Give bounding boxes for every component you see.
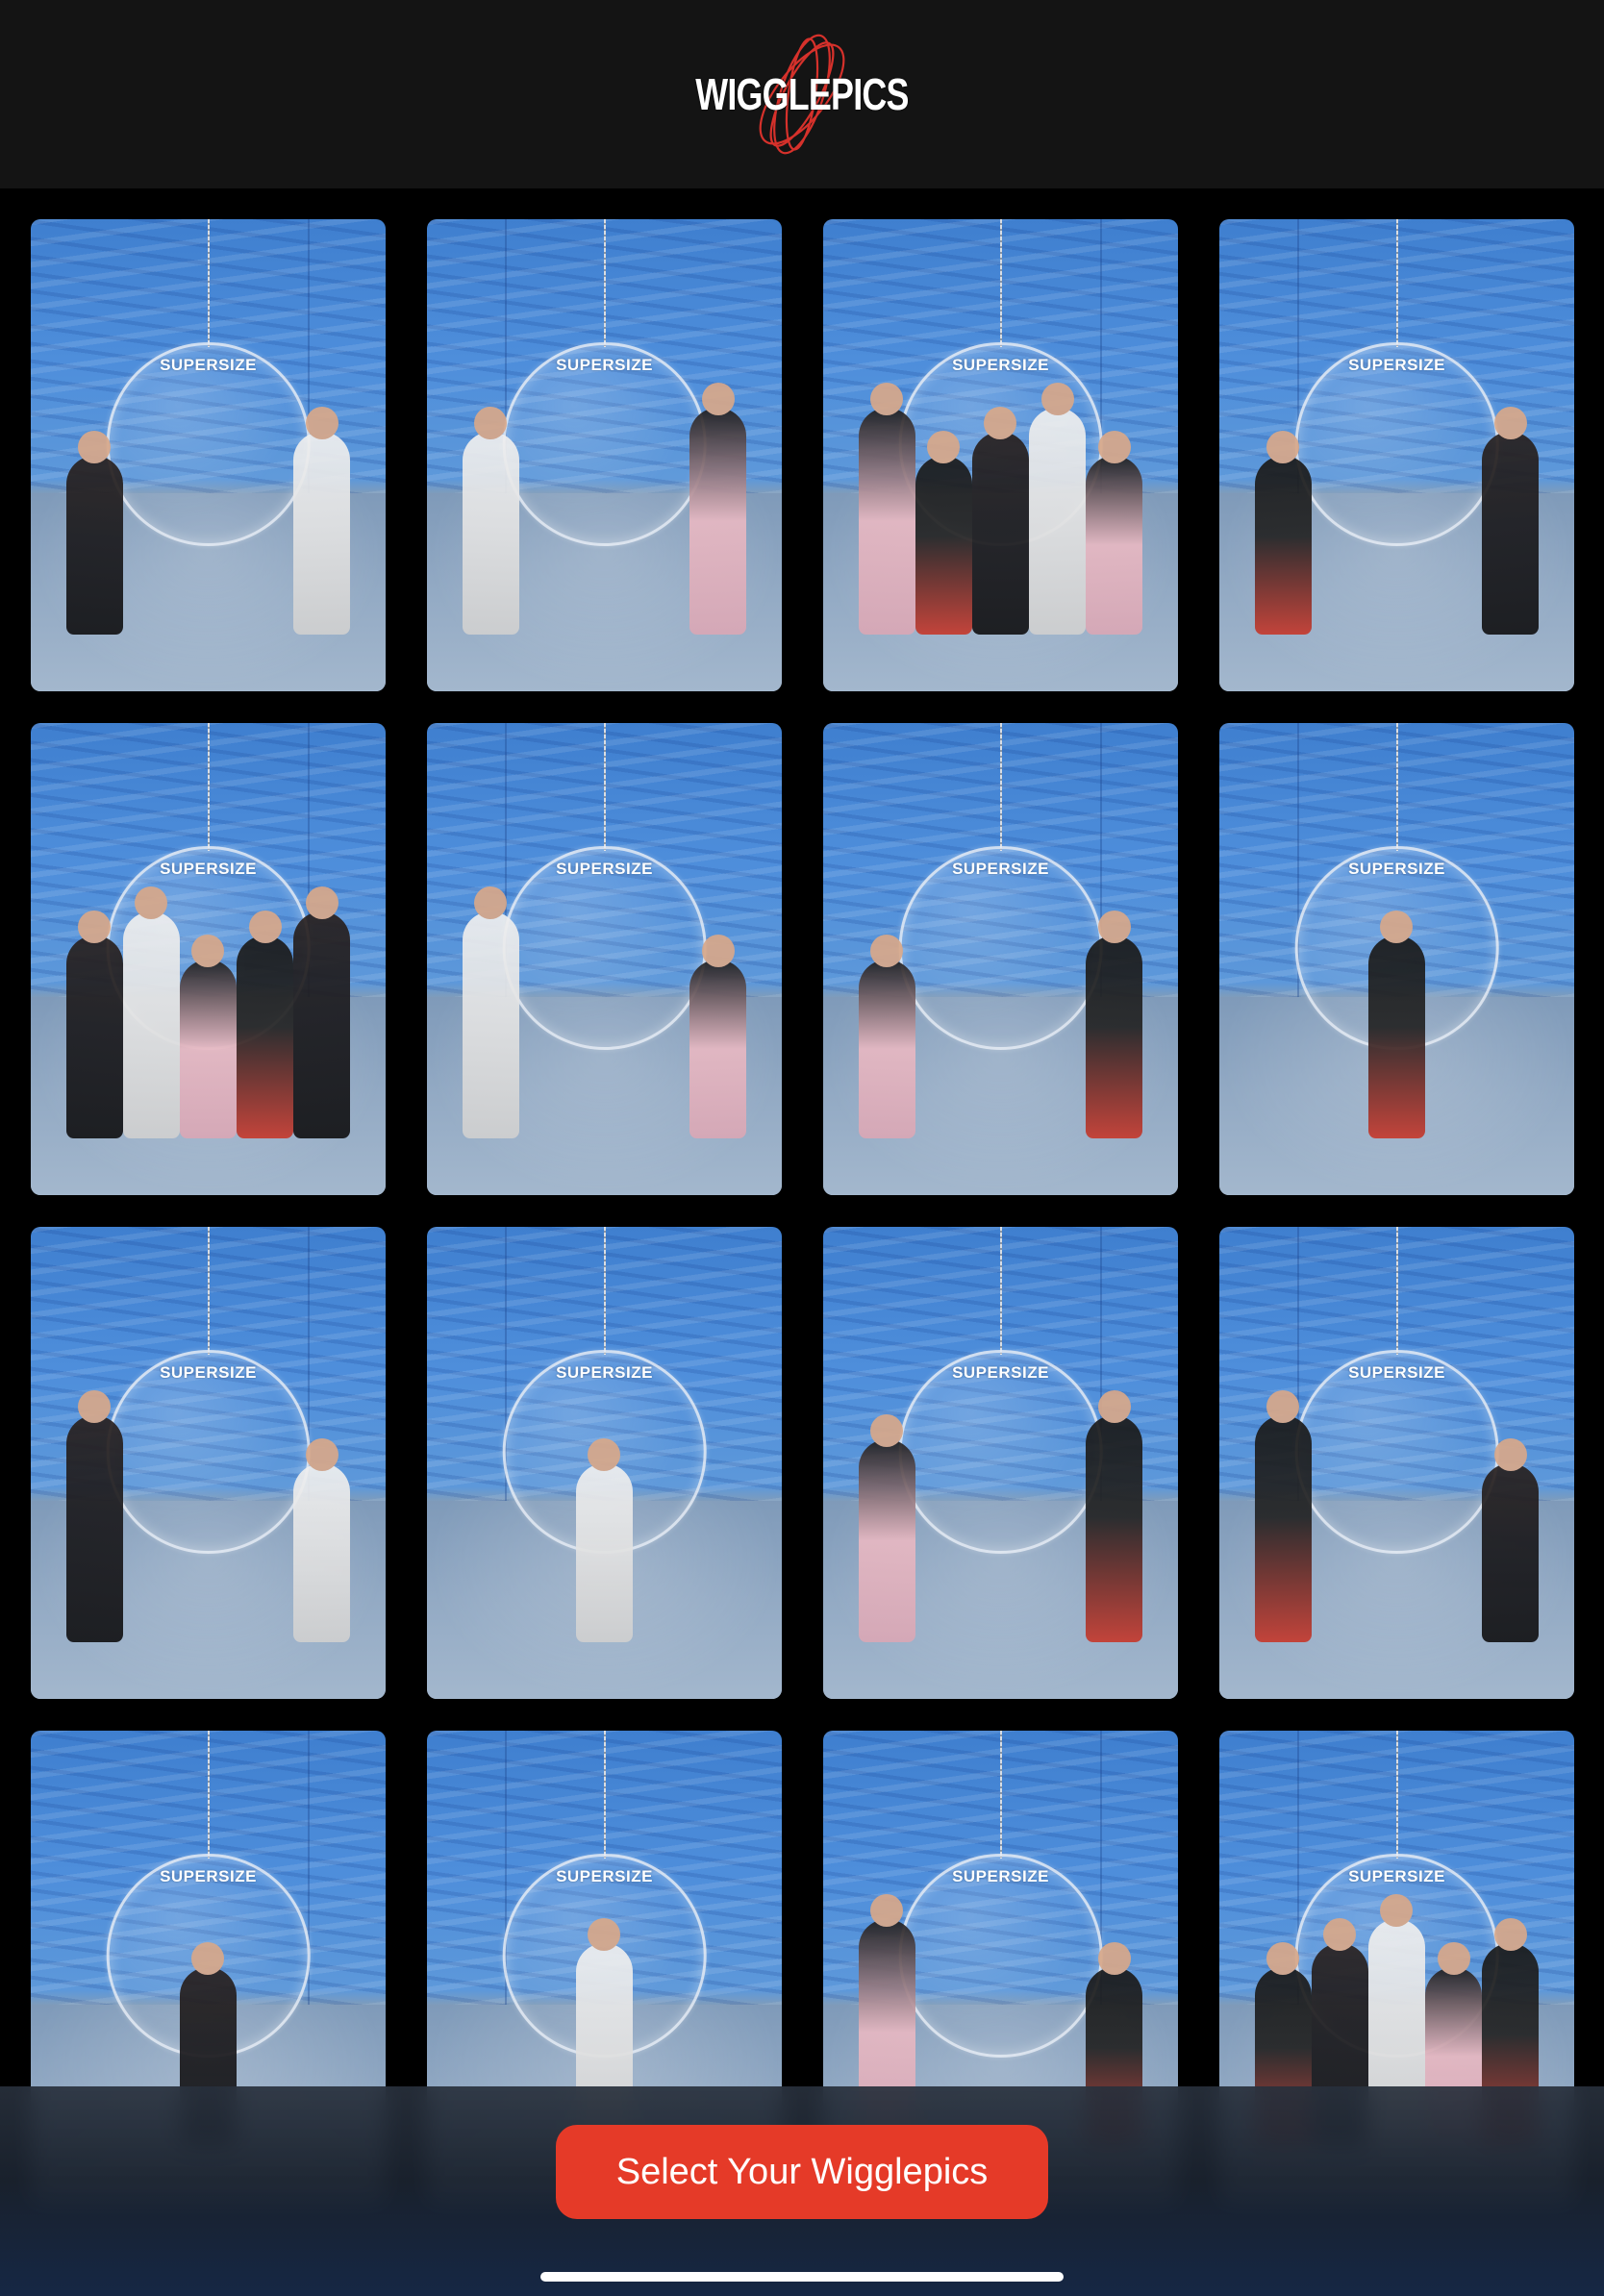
photo-thumbnail[interactable]: SUPERSIZE bbox=[823, 219, 1178, 691]
person-figure bbox=[858, 959, 915, 1139]
person-figure bbox=[293, 431, 351, 636]
person-figure bbox=[1254, 1415, 1312, 1643]
person-figure bbox=[179, 959, 237, 1139]
photo-thumbnail[interactable]: SUPERSIZE bbox=[427, 1227, 782, 1699]
bubble-chair-label: SUPERSIZE bbox=[952, 860, 1049, 879]
home-indicator bbox=[540, 2272, 1064, 2282]
bubble-chair-label: SUPERSIZE bbox=[160, 1867, 257, 1886]
bubble-chair-chain bbox=[1395, 1227, 1398, 1355]
app-header: WIGGLEPICS bbox=[0, 0, 1604, 188]
photo-thumbnail[interactable]: SUPERSIZE bbox=[1219, 723, 1574, 1195]
bubble-chair-chain bbox=[1395, 1731, 1398, 1859]
photo-thumbnail[interactable]: SUPERSIZE bbox=[823, 723, 1178, 1195]
bubble-chair-label: SUPERSIZE bbox=[160, 356, 257, 375]
app-screen: WIGGLEPICS SUPERSIZE SUPERSIZE SUPERSIZE SU… bbox=[0, 0, 1604, 2296]
bubble-chair-chain bbox=[207, 723, 210, 851]
bubble-chair-label: SUPERSIZE bbox=[160, 1363, 257, 1383]
person-figure bbox=[65, 1415, 123, 1643]
person-figure bbox=[65, 935, 123, 1139]
person-figure bbox=[971, 431, 1029, 636]
bubble-chair-chain bbox=[1395, 219, 1398, 347]
wigglepics-logo: WIGGLEPICS bbox=[629, 0, 975, 188]
bubble-chair-label: SUPERSIZE bbox=[556, 1363, 653, 1383]
bubble-chair-chain bbox=[999, 1731, 1002, 1859]
photo-thumbnail[interactable]: SUPERSIZE bbox=[1219, 219, 1574, 691]
bubble-chair-label: SUPERSIZE bbox=[160, 860, 257, 879]
bubble-chair-chain bbox=[999, 219, 1002, 347]
bubble-chair-chain bbox=[603, 723, 606, 851]
person-figure bbox=[689, 408, 747, 636]
select-wigglepics-button[interactable]: Select Your Wigglepics bbox=[556, 2125, 1048, 2219]
person-figure bbox=[1482, 1462, 1540, 1643]
person-figure bbox=[575, 1462, 633, 1643]
photo-thumbnail[interactable]: SUPERSIZE bbox=[31, 723, 386, 1195]
person-figure bbox=[1482, 431, 1540, 636]
person-figure bbox=[293, 1462, 351, 1643]
person-figure bbox=[462, 911, 519, 1139]
photo-thumbnail[interactable]: SUPERSIZE bbox=[427, 723, 782, 1195]
person-figure bbox=[65, 455, 123, 636]
person-figure bbox=[1086, 455, 1143, 636]
bubble-chair-label: SUPERSIZE bbox=[1348, 356, 1445, 375]
photo-thumbnail[interactable]: SUPERSIZE bbox=[31, 219, 386, 691]
bubble-chair-label: SUPERSIZE bbox=[952, 356, 1049, 375]
person-figure bbox=[122, 911, 180, 1139]
bubble-chair-label: SUPERSIZE bbox=[1348, 1363, 1445, 1383]
bubble-chair-label: SUPERSIZE bbox=[556, 1867, 653, 1886]
person-figure bbox=[858, 408, 915, 636]
bubble-chair-chain bbox=[999, 723, 1002, 851]
photo-thumbnail[interactable]: SUPERSIZE bbox=[823, 1227, 1178, 1699]
bubble-chair-chain bbox=[603, 219, 606, 347]
bubble-chair-label: SUPERSIZE bbox=[556, 860, 653, 879]
person-figure bbox=[1254, 455, 1312, 636]
person-figure bbox=[858, 1438, 915, 1643]
person-figure bbox=[1029, 408, 1087, 636]
person-figure bbox=[237, 935, 294, 1139]
bubble-chair-chain bbox=[603, 1227, 606, 1355]
bubble-chair-label: SUPERSIZE bbox=[952, 1363, 1049, 1383]
person-figure bbox=[1086, 1415, 1143, 1643]
person-figure bbox=[1086, 935, 1143, 1139]
bubble-chair-chain bbox=[207, 1227, 210, 1355]
bubble-chair-chain bbox=[603, 1731, 606, 1859]
logo-text: WIGGLEPICS bbox=[695, 69, 909, 119]
person-figure bbox=[689, 959, 747, 1139]
person-figure bbox=[293, 911, 351, 1139]
bubble-chair-label: SUPERSIZE bbox=[952, 1867, 1049, 1886]
photo-grid: SUPERSIZE SUPERSIZE SUPERSIZE SUPERSIZE SUPE… bbox=[31, 219, 1574, 2203]
photo-thumbnail[interactable]: SUPERSIZE bbox=[427, 219, 782, 691]
bubble-chair-chain bbox=[207, 1731, 210, 1859]
bubble-chair-label: SUPERSIZE bbox=[1348, 860, 1445, 879]
person-figure bbox=[915, 455, 972, 636]
person-figure bbox=[462, 431, 519, 636]
bubble-chair-label: SUPERSIZE bbox=[1348, 1867, 1445, 1886]
person-figure bbox=[1367, 935, 1425, 1139]
bubble-chair-chain bbox=[1395, 723, 1398, 851]
bubble-chair-chain bbox=[207, 219, 210, 347]
bubble-chair-label: SUPERSIZE bbox=[556, 356, 653, 375]
photo-thumbnail[interactable]: SUPERSIZE bbox=[31, 1227, 386, 1699]
bubble-chair-chain bbox=[999, 1227, 1002, 1355]
photo-thumbnail[interactable]: SUPERSIZE bbox=[1219, 1227, 1574, 1699]
bottom-action-bar: Select Your Wigglepics bbox=[0, 2086, 1604, 2296]
